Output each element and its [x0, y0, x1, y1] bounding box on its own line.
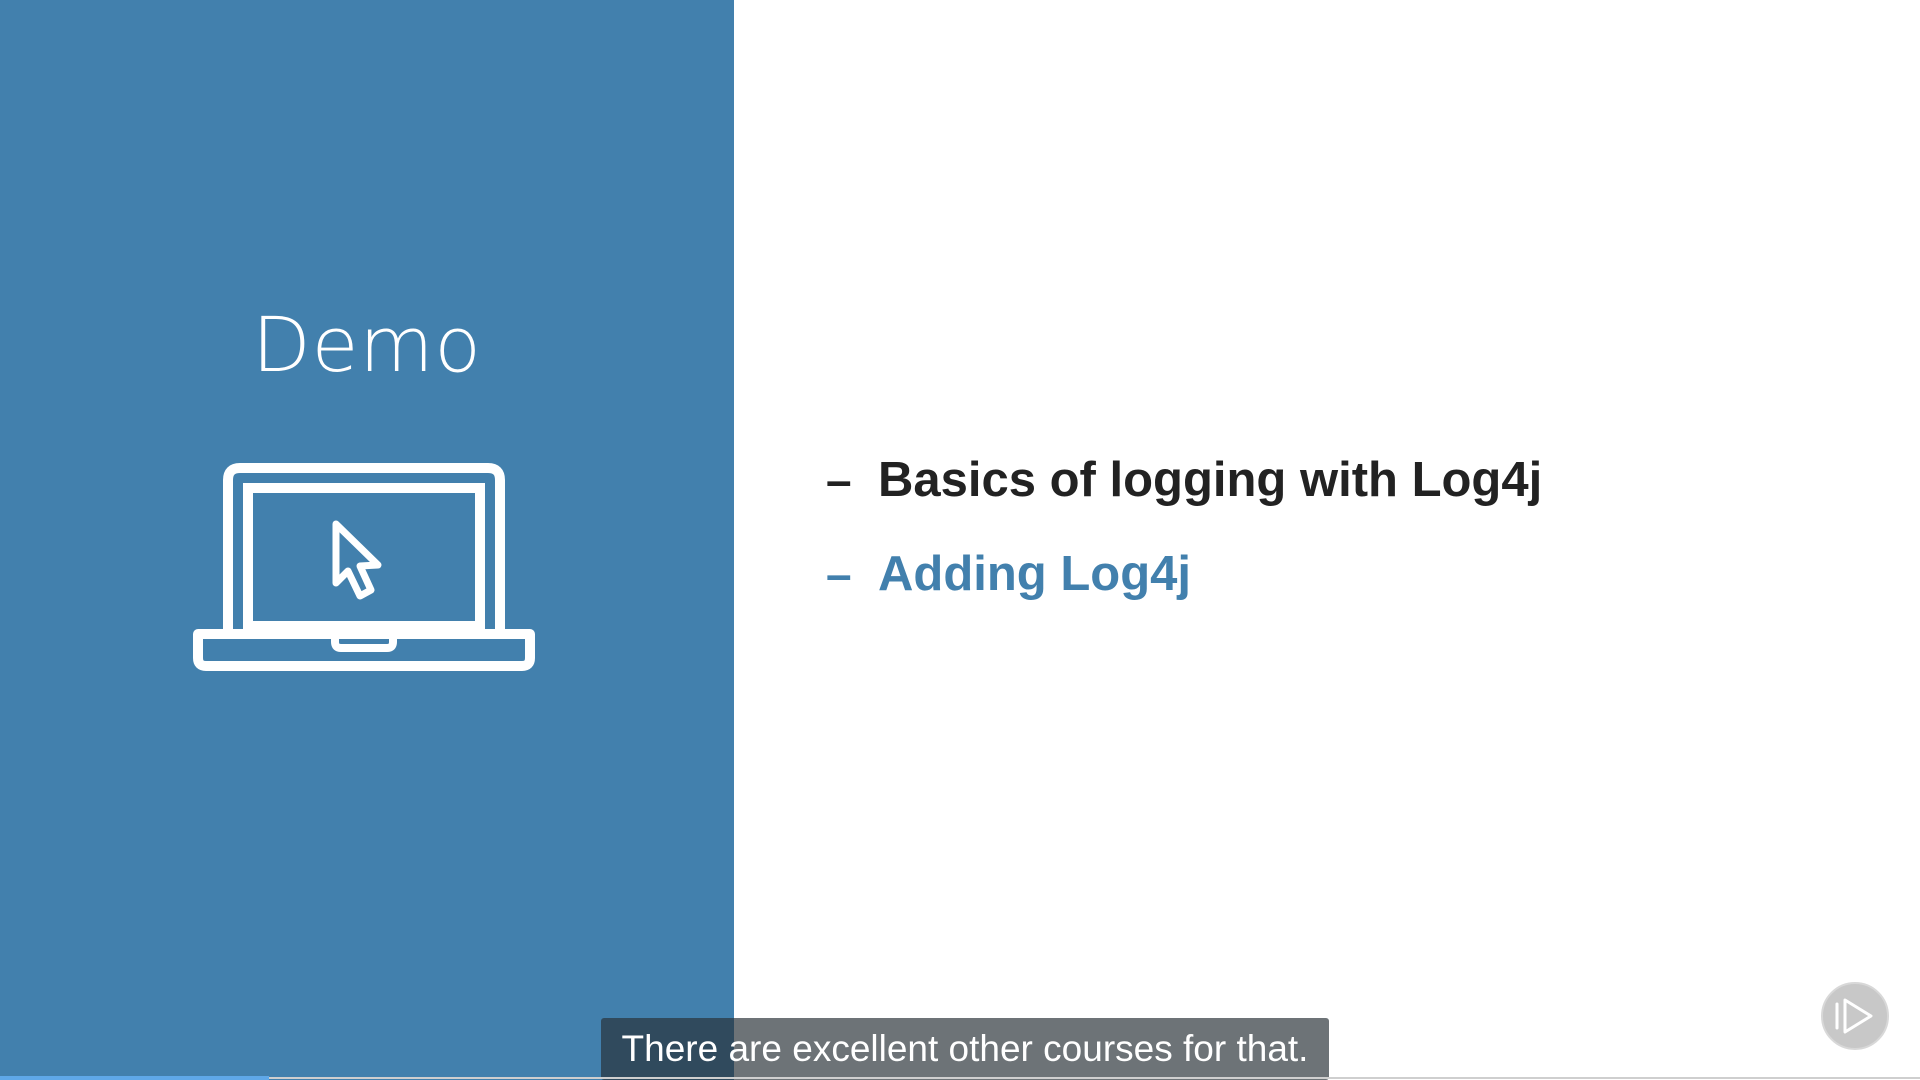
list-item: – Basics of logging with Log4j	[826, 445, 1542, 515]
subtitle-caption: There are excellent other courses for th…	[601, 1018, 1329, 1080]
demo-panel: Demo	[0, 0, 734, 1080]
dash-bullet: –	[826, 548, 852, 600]
laptop-cursor-icon	[193, 463, 535, 671]
progress-track[interactable]	[0, 1077, 1920, 1079]
bullet-text: Adding Log4j	[878, 547, 1191, 601]
bullet-list: – Basics of logging with Log4j – Adding …	[826, 445, 1542, 633]
bullet-text: Basics of logging with Log4j	[878, 453, 1543, 507]
video-player[interactable]: Demo – Basics of logging with Log4j – Ad…	[0, 0, 1920, 1080]
dash-bullet: –	[826, 454, 852, 506]
progress-fill[interactable]	[0, 1076, 269, 1080]
play-button[interactable]	[1821, 982, 1889, 1050]
play-icon	[1835, 998, 1873, 1034]
section-title: Demo	[252, 300, 482, 389]
list-item: – Adding Log4j	[826, 539, 1542, 609]
